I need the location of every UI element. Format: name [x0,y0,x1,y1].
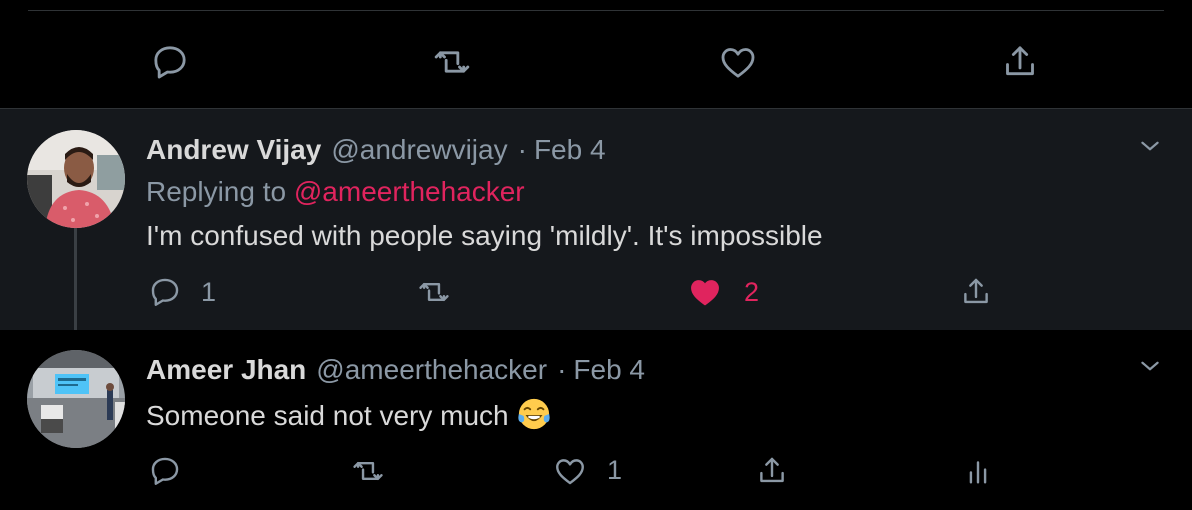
share-icon [1006,46,1034,76]
share-icon [964,278,988,304]
reply-count: 1 [201,277,217,307]
like-button[interactable] [683,270,727,314]
retweet-button[interactable] [430,40,474,84]
tweet-header: Ameer Jhan @ameerthehacker · Feb 4 [146,356,645,384]
tweet-date[interactable]: Feb 4 [534,136,606,164]
heart-filled-icon [691,280,719,306]
thread-line [74,228,77,340]
tweet-text: Someone said not very much [146,400,509,431]
user-handle[interactable]: @andrewvijay [331,136,507,164]
analytics-icon [969,461,987,484]
reply-button[interactable] [143,270,187,314]
reply-button[interactable] [143,449,187,493]
avatar-andrew-image [27,130,125,228]
replying-to-line: Replying to @ameerthehacker [146,176,525,208]
analytics-button[interactable] [956,449,1000,493]
tears-of-joy-emoji-icon [517,398,550,430]
share-button[interactable] [750,449,794,493]
like-button[interactable] [548,449,592,493]
chevron-down-icon [1141,141,1159,151]
like-count: 2 [744,277,760,307]
reply-icon [154,46,186,79]
retweet-button[interactable] [346,449,390,493]
user-handle[interactable]: @ameerthehacker [316,356,547,384]
retweet-icon [419,283,449,301]
like-count: 1 [607,455,623,485]
more-options-button[interactable] [1132,128,1168,164]
like-button[interactable] [716,40,760,84]
tweet-text: I'm confused with people saying 'mildly'… [146,220,823,251]
reply-button[interactable] [148,40,192,84]
separator: · [517,134,527,165]
retweet-button[interactable] [412,270,456,314]
avatar[interactable] [27,130,125,228]
display-name[interactable]: Andrew Vijay [146,136,321,164]
share-button[interactable] [954,270,998,314]
previous-tweet-actions [0,0,1192,108]
reply-icon [151,457,179,485]
retweet-icon [434,51,470,73]
heart-icon [556,459,584,485]
retweet-icon [353,462,383,480]
tweet-text-line: Someone said not very much [146,397,551,432]
display-name[interactable]: Ameer Jhan [146,356,306,384]
divider [28,10,1164,11]
share-icon [760,457,784,483]
heart-icon [721,48,755,78]
tweet-header: Andrew Vijay @andrewvijay · Feb 4 [146,136,606,164]
share-button[interactable] [998,40,1042,84]
reply-icon [151,278,179,306]
avatar[interactable] [27,350,125,448]
more-options-button[interactable] [1132,348,1168,384]
separator: · [557,354,567,385]
mention-link[interactable]: @ameerthehacker [294,176,525,207]
replying-to-label: Replying to [146,176,287,207]
chevron-down-icon [1141,361,1159,371]
tweet-date[interactable]: Feb 4 [573,356,645,384]
avatar-ameer-image [27,350,125,448]
